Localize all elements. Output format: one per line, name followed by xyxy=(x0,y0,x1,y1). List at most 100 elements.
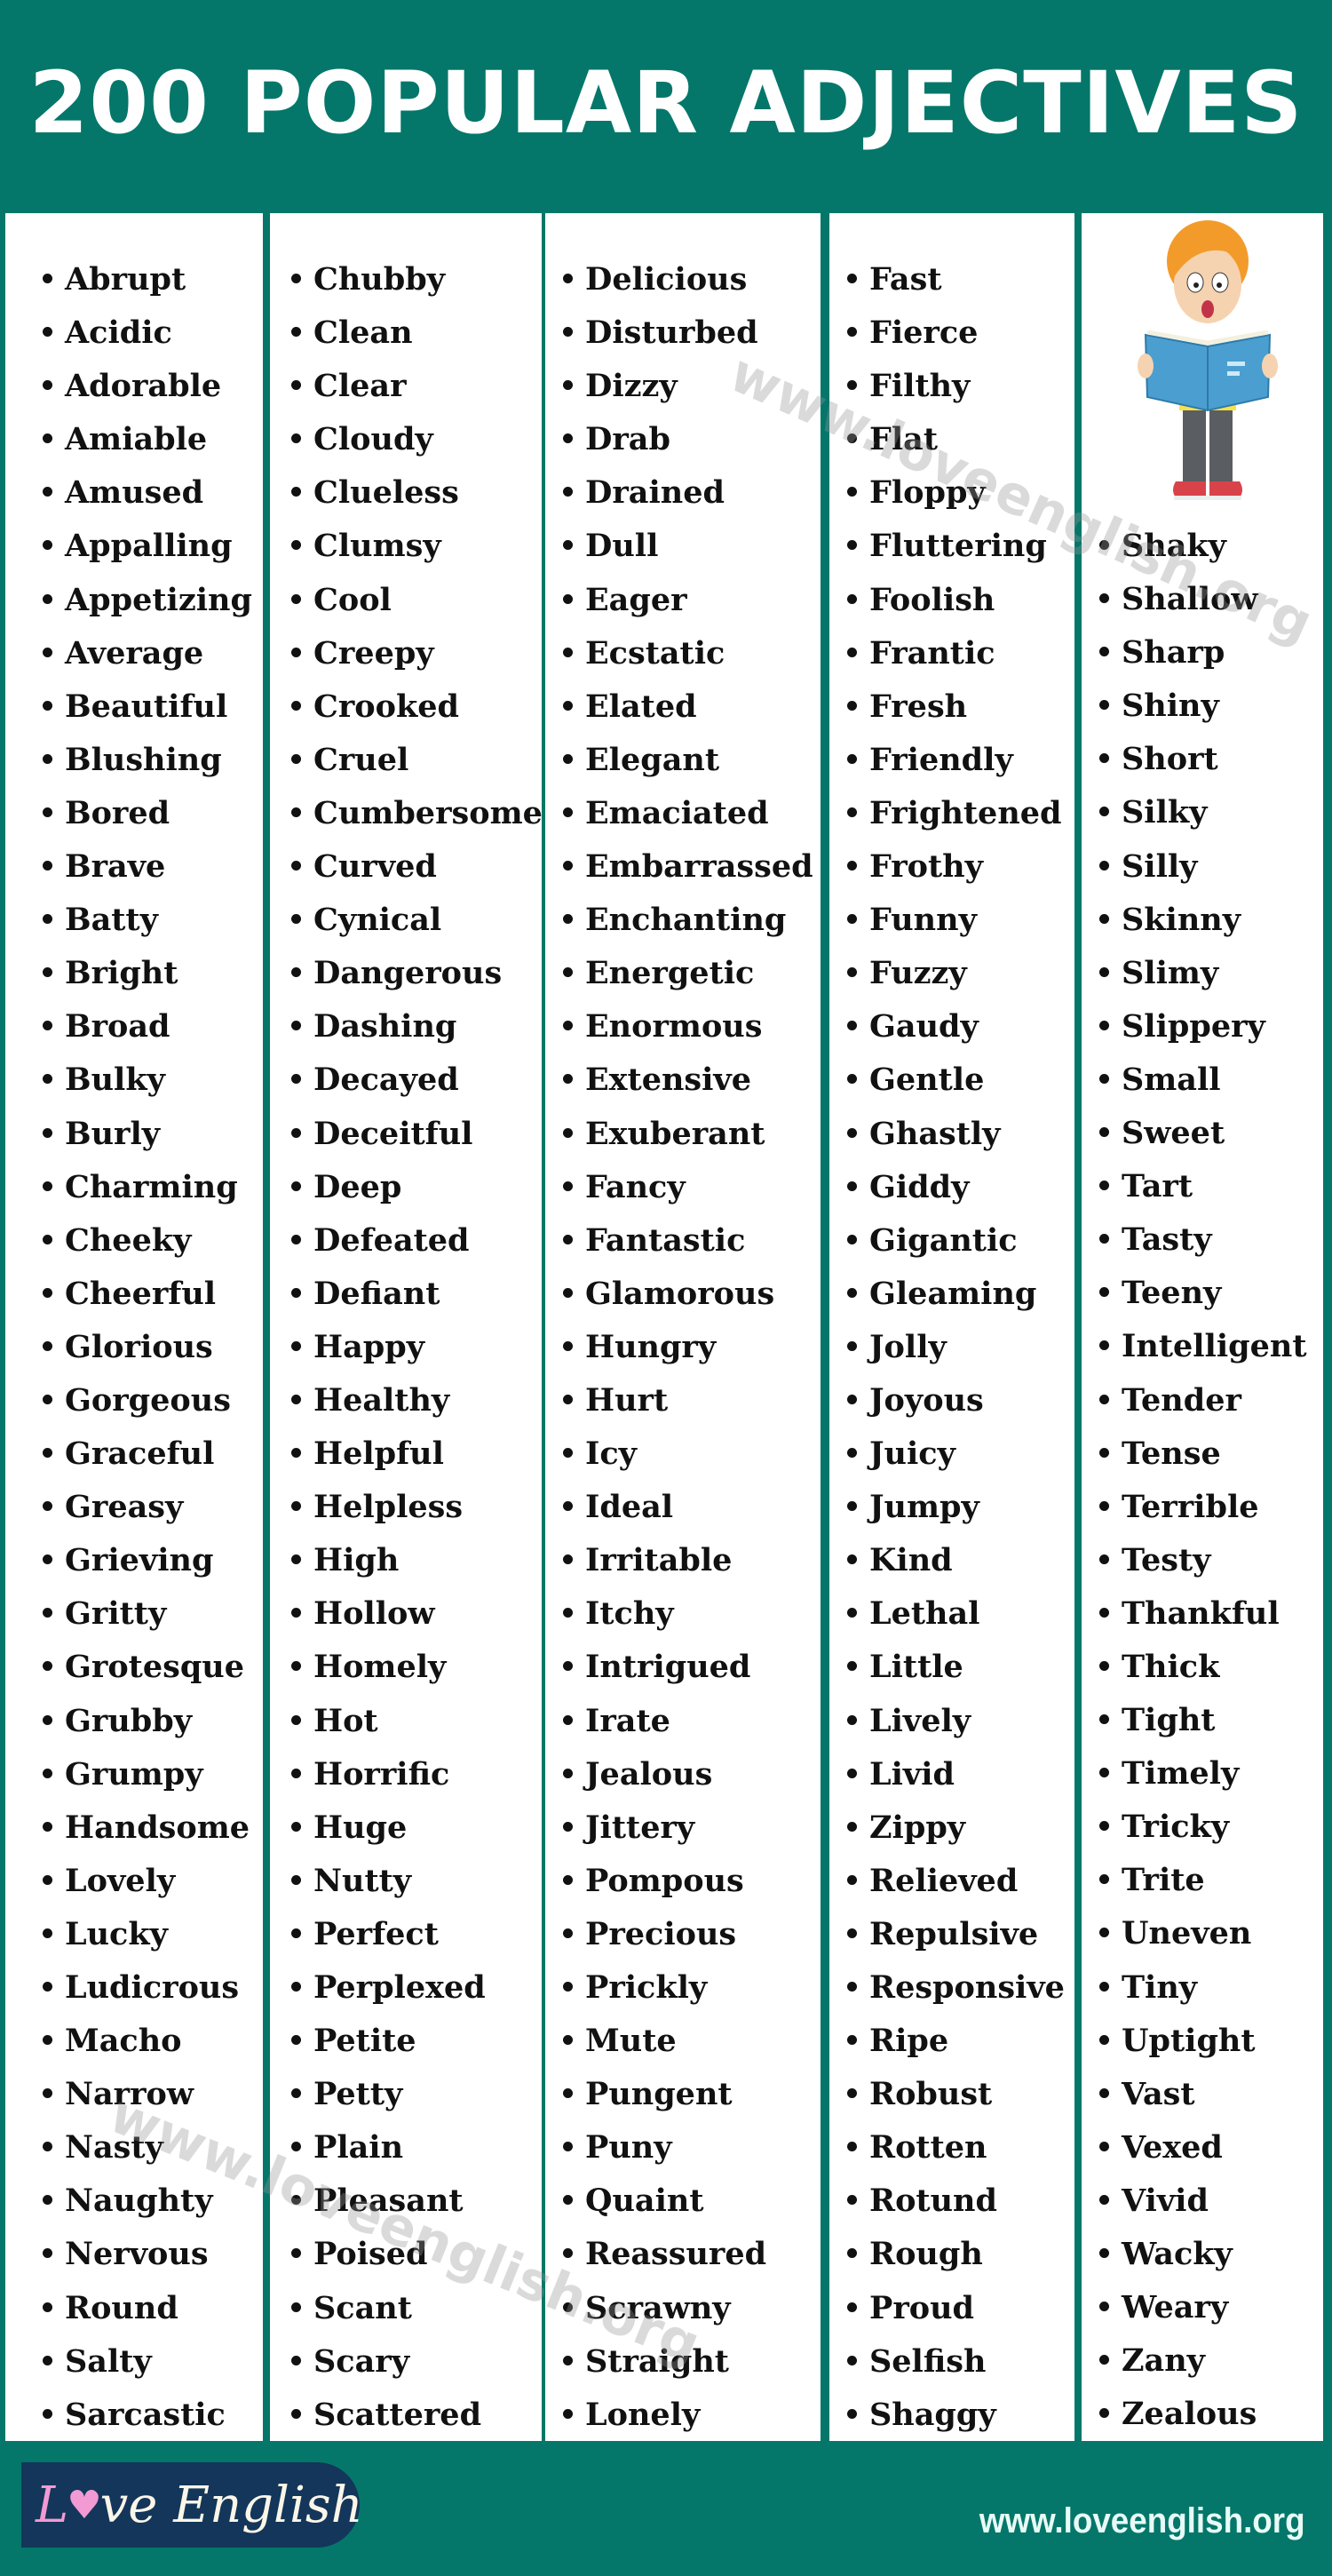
logo-ve: ve xyxy=(99,2476,158,2534)
adjective-text: Juicy xyxy=(869,1435,955,1473)
adjective-item: Enormous xyxy=(563,1000,821,1053)
adjective-item: Mute xyxy=(563,2015,821,2068)
adjective-item: Scant xyxy=(291,2282,542,2335)
adjective-item: Pompous xyxy=(563,1855,821,1908)
adjective-text: Chubby xyxy=(313,261,446,298)
adjective-item: Graceful xyxy=(43,1427,263,1481)
bullet-icon xyxy=(43,1021,52,1031)
bullet-icon xyxy=(1099,1768,1109,1778)
pants-right xyxy=(1209,410,1233,481)
bullet-icon xyxy=(43,2088,52,2099)
love-english-logo[interactable]: L ♥ ve English xyxy=(21,2462,363,2548)
adjective-item: Quaint xyxy=(563,2174,821,2228)
bullet-icon xyxy=(43,1340,52,1351)
adjective-text: Glamorous xyxy=(585,1275,775,1312)
adjective-text: Cheerful xyxy=(65,1275,217,1312)
bullet-icon xyxy=(1099,1447,1109,1458)
bullet-icon xyxy=(1099,807,1109,817)
adjective-text: Homely xyxy=(313,1649,447,1686)
adjective-text: Tasty xyxy=(1122,1221,1212,1259)
adjective-item: Healthy xyxy=(291,1374,542,1427)
adjective-item: Chubby xyxy=(291,253,542,306)
bullet-icon xyxy=(847,274,857,283)
adjective-text: Small xyxy=(1122,1061,1221,1098)
bullet-icon xyxy=(291,1928,301,1938)
adjective-item: Appetizing xyxy=(43,574,263,627)
adjective-text: Grubby xyxy=(65,1702,193,1739)
adjective-text: Decayed xyxy=(313,1061,459,1099)
bullet-icon xyxy=(847,593,857,604)
pants-left xyxy=(1183,410,1206,481)
adjective-item: Plain xyxy=(291,2121,542,2174)
adjective-text: Hollow xyxy=(313,1595,435,1633)
pupil-left xyxy=(1193,282,1199,288)
adjective-item: Hot xyxy=(291,1695,542,1748)
bullet-icon xyxy=(291,2248,301,2259)
adjective-item: Lovely xyxy=(43,1855,263,1908)
adjective-item: Hollow xyxy=(291,1587,542,1641)
bullet-icon xyxy=(563,380,573,391)
adjective-text: Foolish xyxy=(869,581,995,618)
adjective-item: Elegant xyxy=(563,734,821,787)
adjective-item: Dashing xyxy=(291,1000,542,1053)
bullet-icon xyxy=(291,967,301,978)
bullet-icon xyxy=(563,1874,573,1885)
adjective-item: Appalling xyxy=(43,520,263,573)
adjective-text: Cheeky xyxy=(65,1221,192,1259)
bullet-icon xyxy=(1099,1394,1109,1404)
adjective-item: Pleasant xyxy=(291,2174,542,2228)
adjective-item: Flat xyxy=(847,413,1074,466)
adjective-item: Narrow xyxy=(43,2068,263,2121)
adjective-text: Skinny xyxy=(1122,901,1241,938)
eye-right xyxy=(1211,272,1229,293)
bullet-icon xyxy=(43,487,52,497)
adjective-item: Pungent xyxy=(563,2068,821,2121)
adjective-item: Fresh xyxy=(847,680,1074,734)
bullet-icon xyxy=(1099,1340,1109,1351)
adjective-text: Proud xyxy=(869,2289,975,2326)
adjective-item: Blushing xyxy=(43,734,263,787)
bullet-icon xyxy=(563,1340,573,1351)
bullet-icon xyxy=(43,2248,52,2259)
adjective-item: Kind xyxy=(847,1534,1074,1587)
boy-reading-book-icon xyxy=(1138,220,1278,500)
adjective-text: Fierce xyxy=(869,314,979,352)
bullet-icon xyxy=(563,1608,573,1618)
adjective-text: Uptight xyxy=(1122,2022,1256,2059)
bullet-icon xyxy=(563,2302,573,2312)
website-link[interactable]: www.loveenglish.org xyxy=(979,2501,1305,2541)
adjective-text: Prickly xyxy=(585,1969,708,2006)
adjective-text: Lively xyxy=(869,1702,971,1739)
eye-left xyxy=(1186,272,1204,293)
adjective-item: Defeated xyxy=(291,1214,542,1268)
adjective-item: Dull xyxy=(563,520,821,573)
bullet-icon xyxy=(563,487,573,497)
adjective-text: Hurt xyxy=(585,1381,669,1419)
bullet-icon xyxy=(1099,1234,1109,1244)
bullet-icon xyxy=(291,1554,301,1565)
adjective-text: Wacky xyxy=(1122,2236,1233,2272)
adjective-text: Fuzzy xyxy=(869,955,967,992)
bullet-icon xyxy=(1099,1928,1109,1938)
bullet-icon xyxy=(847,1501,857,1512)
bullet-icon xyxy=(291,807,301,817)
adjective-text: Intrigued xyxy=(585,1649,751,1686)
adjective-text: Handsome xyxy=(65,1809,250,1846)
adjective-text: Weary xyxy=(1122,2289,1229,2326)
adjective-item: Rotund xyxy=(847,2174,1074,2228)
adjective-text: Appalling xyxy=(65,528,233,565)
bullet-icon xyxy=(847,487,857,497)
adjective-text: Selfish xyxy=(869,2342,987,2380)
adjective-text: Greasy xyxy=(65,1489,184,1526)
bullet-icon xyxy=(1099,1181,1109,1191)
bullet-icon xyxy=(291,1608,301,1618)
bullet-icon xyxy=(43,2355,52,2365)
bullet-icon xyxy=(291,1821,301,1832)
adjective-item: Petty xyxy=(291,2068,542,2121)
adjective-text: Clean xyxy=(313,314,413,352)
bullet-icon xyxy=(1099,2355,1109,2365)
adjective-text: Clueless xyxy=(313,474,459,512)
bullet-icon xyxy=(43,1394,52,1404)
adjective-text: Cruel xyxy=(313,741,409,778)
bullet-icon xyxy=(43,327,52,338)
